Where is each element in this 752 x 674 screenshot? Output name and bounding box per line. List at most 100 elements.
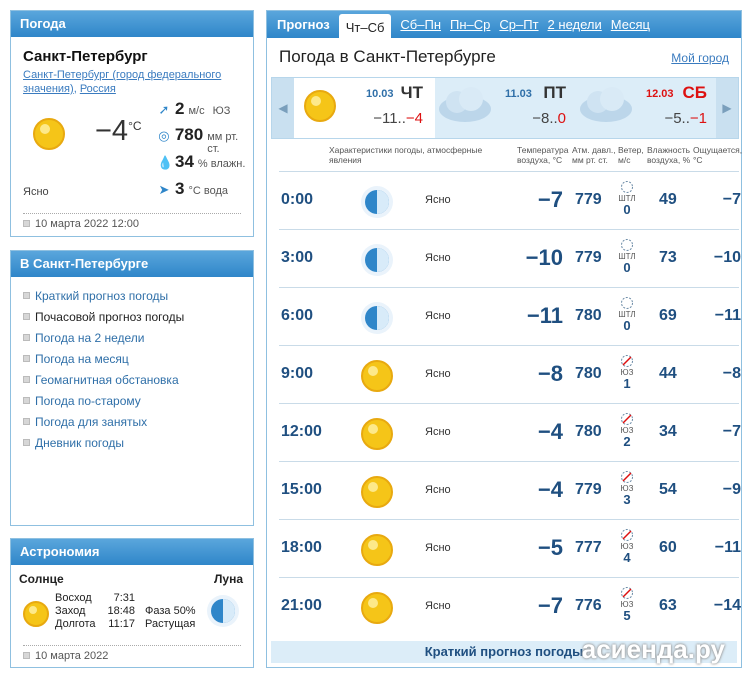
tab-1[interactable]: Чт–Сб: [338, 13, 392, 40]
city-link-item[interactable]: Погода по-старому: [23, 390, 184, 411]
droplet-icon: 💧: [157, 155, 174, 170]
row-wind: ШТЛ 0: [616, 296, 638, 332]
city-link-label: Погода по-старому: [35, 393, 141, 408]
bullet-icon: [23, 355, 30, 362]
city-link-item[interactable]: Погода на месяц: [23, 348, 184, 369]
forecast-tabs: Прогноз Чт–Сб Сб–Пн Пн–Ср Ср–Пт 2 недели Месяц: [267, 11, 741, 40]
day-temp: −11..−4: [373, 110, 423, 127]
row-time: 9:00: [281, 365, 314, 382]
city-link-item[interactable]: Почасовой прогноз погоды: [23, 306, 184, 327]
wind-value: 2: [175, 99, 185, 118]
sun-icon: [359, 416, 395, 457]
row-feels: −11: [714, 539, 741, 556]
row-wind: ЮЗ 1: [616, 354, 638, 390]
row-humidity: 54: [659, 481, 677, 498]
prev-arrow-icon[interactable]: ◀: [272, 78, 294, 138]
row-temp: −7: [537, 187, 563, 212]
watermark: асиенда.ру: [581, 634, 725, 664]
tab-0[interactable]: Прогноз: [277, 17, 330, 32]
city-link-label: Краткий прогноз погоды: [35, 288, 169, 303]
row-condition: Ясно: [425, 426, 451, 438]
wind-arrow-icon: [616, 412, 638, 426]
row-pressure: 780: [575, 307, 602, 324]
row-wind-speed: 1: [623, 376, 631, 391]
astro-date-line: 10 марта 2022: [23, 645, 241, 662]
bullet-icon: [23, 397, 30, 404]
city-links-panel: В Санкт-Петербурге Краткий прогноз погод…: [10, 250, 254, 526]
day-tab-2[interactable]: 12.03 СБ −5..−1: [576, 78, 717, 138]
wind-unit: м/с: [188, 105, 205, 117]
day-tab-0[interactable]: 10.03 ЧТ −11..−4: [294, 78, 435, 138]
current-condition: Ясно: [23, 186, 49, 198]
tab-2[interactable]: Сб–Пн: [400, 17, 441, 32]
next-arrow-icon[interactable]: ▶: [716, 78, 738, 138]
wind-arrow-icon: [616, 354, 638, 368]
day-date: 11.03: [505, 88, 532, 100]
city-link-item[interactable]: Геомагнитная обстановка: [23, 369, 184, 390]
astronomy-panel: Астрономия Солнце Луна Восход 7:31 Заход 1…: [10, 538, 254, 668]
forecast-panel: Прогноз Чт–Сб Сб–Пн Пн–Ср Ср–Пт 2 недели Месяц…: [266, 10, 742, 668]
col-header-temp: Температура воздуха, °С: [517, 145, 569, 165]
row-feels: −7: [722, 191, 741, 208]
city-link-label: Геомагнитная обстановка: [35, 372, 179, 387]
row-feels: −8: [722, 365, 741, 382]
row-wind-speed: 4: [623, 550, 631, 565]
panel-title: Погода: [11, 11, 253, 37]
current-weather-panel: Погода Санкт-Петербург Санкт-Петербург (…: [10, 10, 254, 237]
pressure-param: ◎ 780 мм рт. ст.: [157, 125, 253, 155]
row-time: 18:00: [281, 539, 322, 556]
day-name: ЧТ: [400, 83, 423, 102]
day-temp-min: −5..: [664, 110, 690, 127]
row-wind-speed: 5: [623, 608, 631, 623]
gauge-icon: ◎: [158, 128, 170, 143]
row-temp: −10: [525, 245, 563, 270]
row-pressure: 779: [575, 191, 602, 208]
day-tab-1[interactable]: 11.03 ПТ −8..0: [435, 78, 576, 138]
row-feels: −14: [713, 597, 741, 614]
city-link-item[interactable]: Погода для занятых: [23, 411, 184, 432]
region-link[interactable]: Санкт-Петербург (город федерального знач…: [23, 69, 221, 95]
row-feels: −9: [722, 481, 741, 498]
panel-title: Астрономия: [11, 539, 253, 565]
sun-icon: [31, 116, 67, 157]
city-link-item[interactable]: Погода на 2 недели: [23, 327, 184, 348]
sun-icon: [359, 532, 395, 573]
row-wind-speed: 0: [623, 260, 631, 275]
bullet-icon: [23, 334, 30, 341]
row-condition: Ясно: [425, 368, 451, 380]
tab-4[interactable]: Ср–Пт: [499, 17, 538, 32]
sunrise-label: Восход: [55, 592, 92, 604]
tab-6[interactable]: Месяц: [611, 17, 650, 32]
row-pressure: 776: [575, 597, 602, 614]
row-wind-speed: 3: [623, 492, 631, 507]
daylength-value: 11:17: [108, 618, 135, 630]
sun-icon: [359, 590, 395, 631]
day-temp-min: −11..: [373, 110, 406, 127]
row-condition: Ясно: [425, 310, 451, 322]
city-link-item[interactable]: Дневник погоды: [23, 432, 184, 453]
row-humidity: 63: [659, 597, 677, 614]
city-link-item[interactable]: Краткий прогноз погоды: [23, 285, 184, 306]
row-condition: Ясно: [425, 484, 451, 496]
bullet-icon: [23, 418, 30, 425]
wind-arrow-icon: [616, 528, 638, 542]
sunrise-row: Восход 7:31: [55, 592, 135, 604]
city-name: Санкт-Петербург: [23, 48, 148, 65]
bullet-icon: [23, 313, 30, 320]
current-temp-value: −4: [95, 115, 129, 147]
my-city-link[interactable]: Мой город: [671, 51, 729, 65]
row-temp: −7: [537, 593, 563, 618]
water-value: 3: [175, 179, 185, 198]
country-link[interactable]: Россия: [80, 83, 116, 95]
sun-label: Солнце: [19, 572, 64, 586]
row-wind-speed: 0: [623, 318, 631, 333]
bullet-icon: [23, 376, 30, 383]
tab-3[interactable]: Пн–Ср: [450, 17, 490, 32]
row-time: 3:00: [281, 249, 314, 266]
row-feels: −10: [713, 249, 741, 266]
tab-5[interactable]: 2 недели: [548, 17, 602, 32]
day-temp-max: 0: [557, 110, 566, 127]
col-header-conditions: Характеристики погоды, атмосферные явлен…: [329, 145, 483, 165]
row-humidity: 69: [659, 307, 677, 324]
sunset-label: Заход: [55, 605, 86, 617]
